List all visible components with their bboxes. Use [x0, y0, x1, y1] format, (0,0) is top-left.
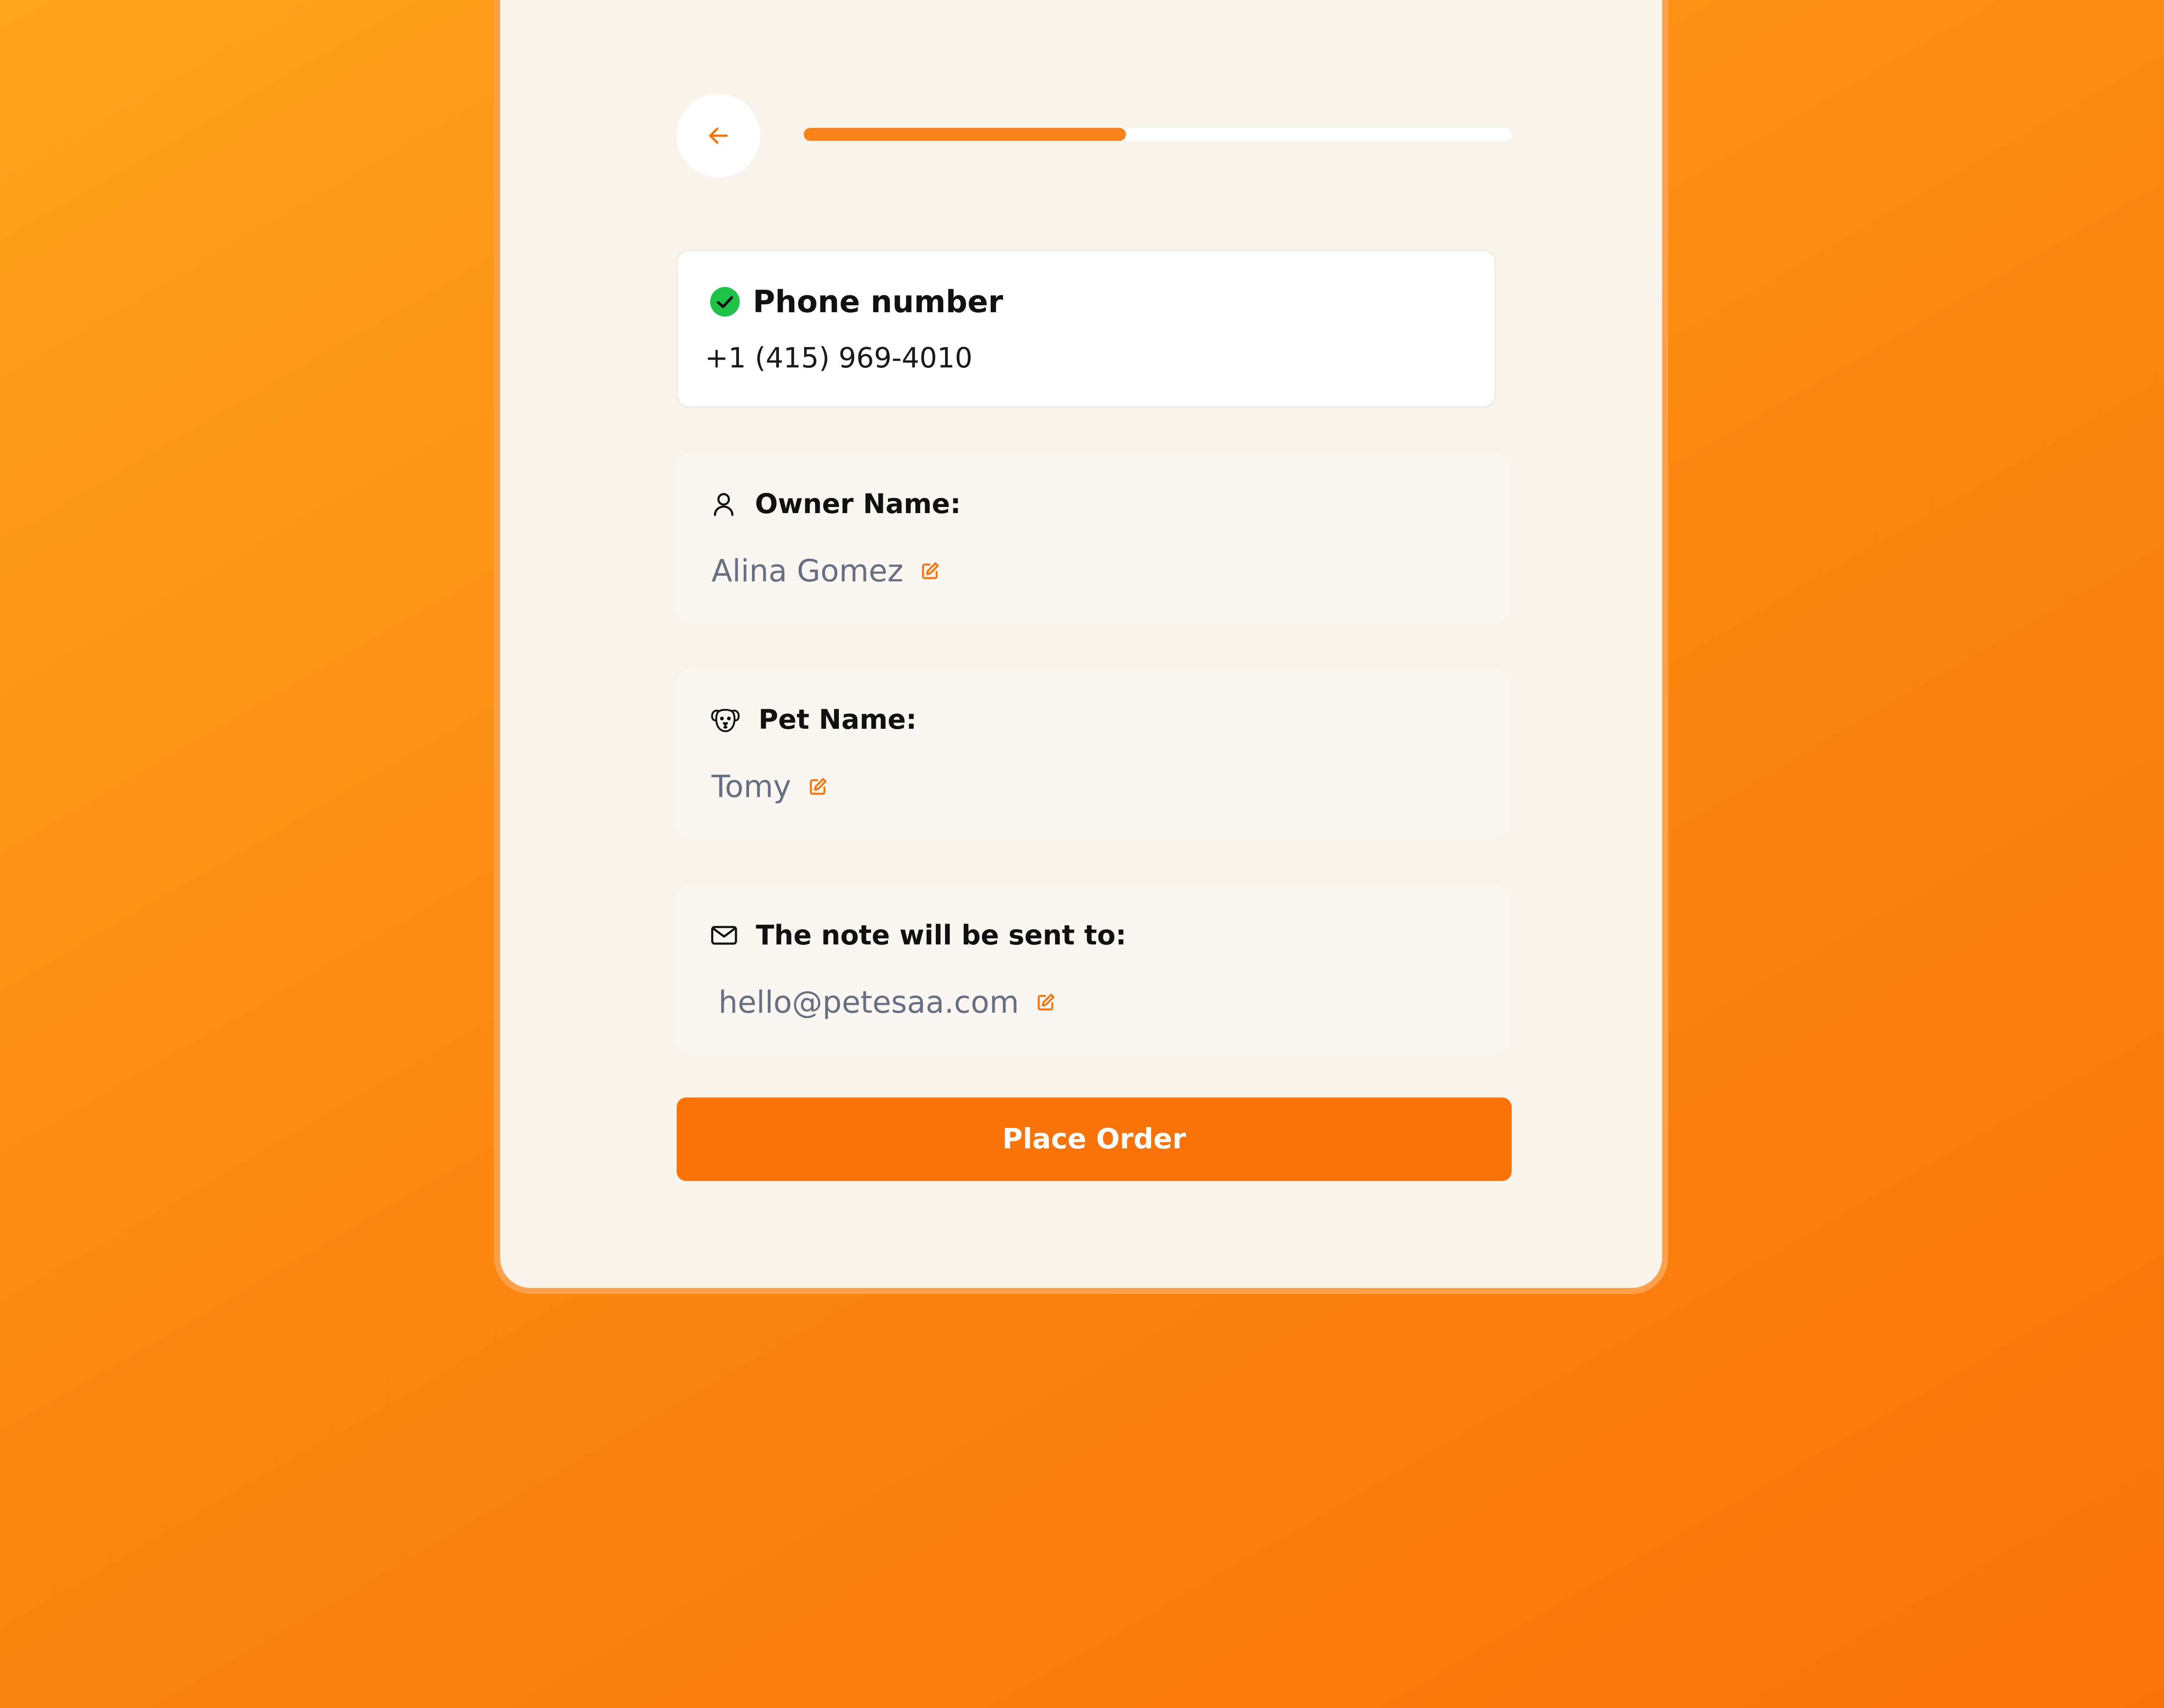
owner-name-value[interactable]: Alina Gomez	[711, 553, 903, 589]
back-button[interactable]	[677, 94, 760, 177]
owner-name-label-row: Owner Name:	[710, 488, 961, 520]
email-label: The note will be sent to:	[756, 919, 1127, 951]
owner-name-label: Owner Name:	[755, 488, 961, 520]
email-label-row: The note will be sent to:	[710, 919, 1126, 951]
phone-title-row: Phone number	[710, 284, 1003, 320]
edit-owner-name-icon[interactable]	[921, 561, 940, 580]
arrow-left-icon	[709, 127, 728, 144]
place-order-button[interactable]: Place Order	[677, 1098, 1512, 1181]
pet-name-label: Pet Name:	[758, 704, 917, 735]
email-value-row: hello@petesaa.com	[718, 984, 1055, 1020]
owner-name-field[interactable]: Owner Name: Alina Gomez	[677, 452, 1509, 624]
mail-icon	[711, 925, 737, 945]
phone-number-card: Phone number +1 (415) 969-4010	[677, 250, 1496, 408]
progress-fill	[804, 128, 1126, 141]
user-icon	[714, 493, 734, 516]
check-circle-icon	[710, 287, 740, 317]
dog-icon	[711, 708, 740, 732]
phone-number-title: Phone number	[753, 284, 1003, 320]
email-field[interactable]: The note will be sent to: hello@petesaa.…	[677, 884, 1509, 1056]
edit-icon	[810, 778, 827, 795]
phone-number-value: +1 (415) 969-4010	[705, 342, 973, 374]
email-value[interactable]: hello@petesaa.com	[718, 984, 1019, 1020]
edit-icon	[922, 562, 939, 579]
edit-icon	[1038, 994, 1055, 1011]
pet-name-value[interactable]: Tomy	[711, 769, 791, 804]
pet-name-value-row: Tomy	[711, 769, 828, 804]
pet-name-field[interactable]: Pet Name: Tomy	[677, 668, 1509, 840]
progress-bar	[804, 128, 1512, 141]
pet-name-label-row: Pet Name:	[710, 704, 917, 735]
owner-name-value-row: Alina Gomez	[711, 553, 940, 589]
edit-pet-name-icon[interactable]	[808, 777, 828, 796]
edit-email-icon[interactable]	[1036, 993, 1055, 1012]
